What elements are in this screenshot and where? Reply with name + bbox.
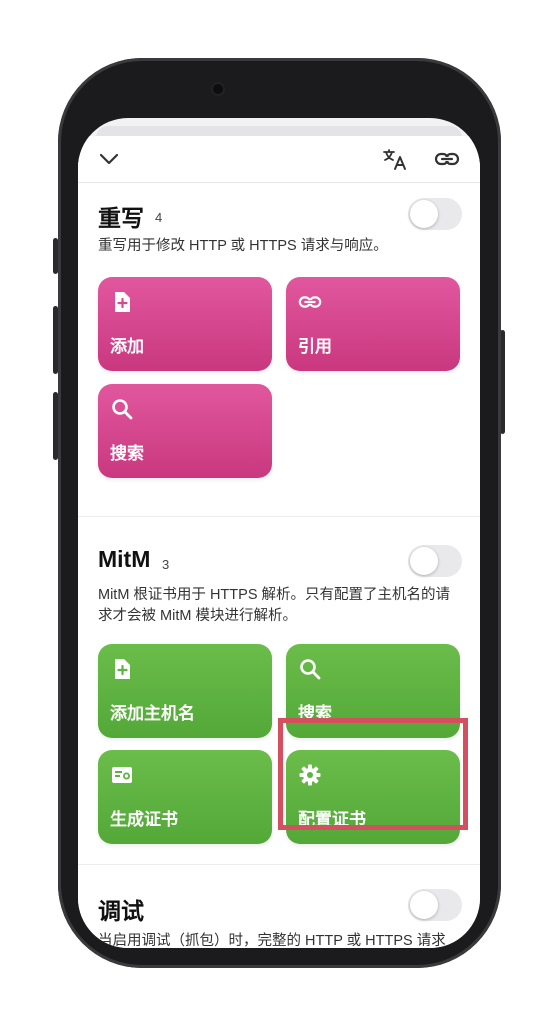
section-title: 调试 [98,898,144,924]
rewrite-section: 重写 4 重写用于修改 HTTP 或 HTTPS 请求与响应。 添加 引用 搜索 [78,186,480,486]
front-camera [213,84,223,94]
section-description: MitM 根证书用于 HTTPS 解析。只有配置了主机名的请求才会被 MitM … [98,587,451,624]
link-icon [298,290,322,314]
tile-label: 引用 [298,337,332,356]
search-icon [110,397,134,421]
add-file-icon [110,657,134,681]
mitm-toggle[interactable] [408,545,462,577]
search-icon [298,657,322,681]
rewrite-search-button[interactable]: 搜索 [98,384,272,478]
debug-section: 调试 当启用调试（抓包）时，完整的 HTTP 或 HTTPS 请求与响应将会被记… [78,879,480,948]
toggle-knob [410,200,438,228]
section-title: 重写 [98,205,144,231]
section-title: MitM [98,546,151,572]
mitm-generate-certificate-button[interactable]: 生成证书 [98,750,272,844]
tile-label: 生成证书 [110,810,178,829]
add-file-icon [110,290,134,314]
section-divider [78,864,480,865]
highlight-box [278,718,468,830]
debug-toggle[interactable] [408,889,462,921]
rewrite-add-button[interactable]: 添加 [98,277,272,371]
translate-icon[interactable] [382,147,408,171]
section-description: 当启用调试（抓包）时，完整的 HTTP 或 HTTPS 请求与响应将会被记录并保… [98,933,446,948]
rewrite-reference-button[interactable]: 引用 [286,277,460,371]
toggle-knob [410,547,438,575]
toggle-knob [410,891,438,919]
tile-label: 添加主机名 [110,704,195,723]
section-description: 重写用于修改 HTTP 或 HTTPS 请求与响应。 [98,238,388,254]
section-count: 4 [155,210,163,225]
certificate-icon [110,763,134,787]
chevron-down-icon[interactable] [96,147,122,171]
section-count: 3 [162,557,170,572]
tile-label: 搜索 [110,444,144,463]
sheet-toolbar [78,136,480,183]
rewrite-toggle[interactable] [408,198,462,230]
mitm-add-hostname-button[interactable]: 添加主机名 [98,644,272,738]
section-divider [78,516,480,517]
link-icon[interactable] [434,147,460,171]
tile-label: 添加 [110,337,144,356]
